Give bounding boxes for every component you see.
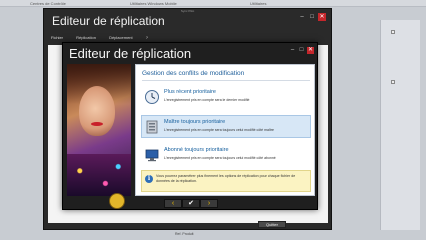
minimize-icon[interactable]: – xyxy=(289,47,296,54)
desktop-tab-utilitaires[interactable]: Utilitaires xyxy=(250,1,266,6)
checkbox-icon[interactable] xyxy=(391,80,395,84)
menu-fichier[interactable]: Fichier xyxy=(51,35,63,40)
menu-deplacement[interactable]: Déplacement xyxy=(109,35,133,40)
option-description: L'enregistrement pris en compte sera le … xyxy=(164,98,250,102)
product-ref-label: Ref. Produit xyxy=(175,232,194,236)
next-button[interactable]: › xyxy=(200,199,218,208)
computer-icon xyxy=(145,149,159,162)
option-description: L'enregistrement pris en compte sera tou… xyxy=(164,128,274,132)
checkbox-icon[interactable] xyxy=(391,30,395,34)
app-title: Editeur de réplication xyxy=(52,14,165,28)
option-plus-recent[interactable]: Plus récent prioritaire L'enregistrement… xyxy=(141,85,311,108)
replication-dialog: Editeur de réplication – □ ✕ Gestion des… xyxy=(62,42,318,210)
option-title: Abonné toujours prioritaire xyxy=(164,147,229,153)
ok-button[interactable]: ✔ xyxy=(182,199,200,208)
artwork-lips xyxy=(91,122,103,126)
menu-bar: Fichier Réplication Déplacement ? xyxy=(51,35,160,40)
option-description: L'enregistrement pris en compte sera tou… xyxy=(164,156,276,160)
option-title: Maître toujours prioritaire xyxy=(164,119,226,125)
maximize-icon[interactable]: □ xyxy=(298,47,305,54)
menu-help[interactable]: ? xyxy=(146,35,148,40)
option-maitre-prioritaire[interactable]: Maître toujours prioritaire L'enregistre… xyxy=(141,115,311,138)
info-icon: i xyxy=(145,175,153,183)
option-title: Plus récent prioritaire xyxy=(164,89,216,95)
close-icon[interactable]: ✕ xyxy=(318,13,326,21)
desktop-taskbar: Centres de Contrôle Utilitaires Windows … xyxy=(0,0,426,7)
desktop-tab-centres[interactable]: Centres de Contrôle xyxy=(30,1,66,6)
desktop-tab-utilitaires-mobile[interactable]: Utilitaires Windows Mobile xyxy=(130,1,177,6)
previous-button[interactable]: ‹ xyxy=(164,199,182,208)
server-icon xyxy=(146,120,158,134)
dialog-title: Editeur de réplication xyxy=(69,46,192,61)
artwork-face xyxy=(79,86,115,136)
info-text: Vous pourrez paramétrer plus finement le… xyxy=(156,174,296,183)
clock-icon xyxy=(145,90,159,104)
heading-divider xyxy=(142,80,310,81)
desktop-side-panel xyxy=(380,20,420,230)
maximize-icon[interactable]: □ xyxy=(308,13,316,21)
panel-heading: Gestion des conflits de modification xyxy=(142,70,245,77)
close-icon[interactable]: ✕ xyxy=(307,47,314,54)
conflict-options-panel: Gestion des conflits de modification Plu… xyxy=(135,64,315,196)
artwork-glitter xyxy=(67,154,131,196)
menu-replication[interactable]: Réplication xyxy=(76,35,96,40)
brand-logo-icon xyxy=(109,193,125,209)
dialog-artwork xyxy=(67,64,131,196)
option-abonne-prioritaire[interactable]: Abonné toujours prioritaire L'enregistre… xyxy=(141,143,311,166)
minimize-icon[interactable]: – xyxy=(298,13,306,21)
info-banner: i Vous pourrez paramétrer plus finement … xyxy=(141,170,311,192)
quit-button[interactable]: Quitter xyxy=(258,221,286,228)
